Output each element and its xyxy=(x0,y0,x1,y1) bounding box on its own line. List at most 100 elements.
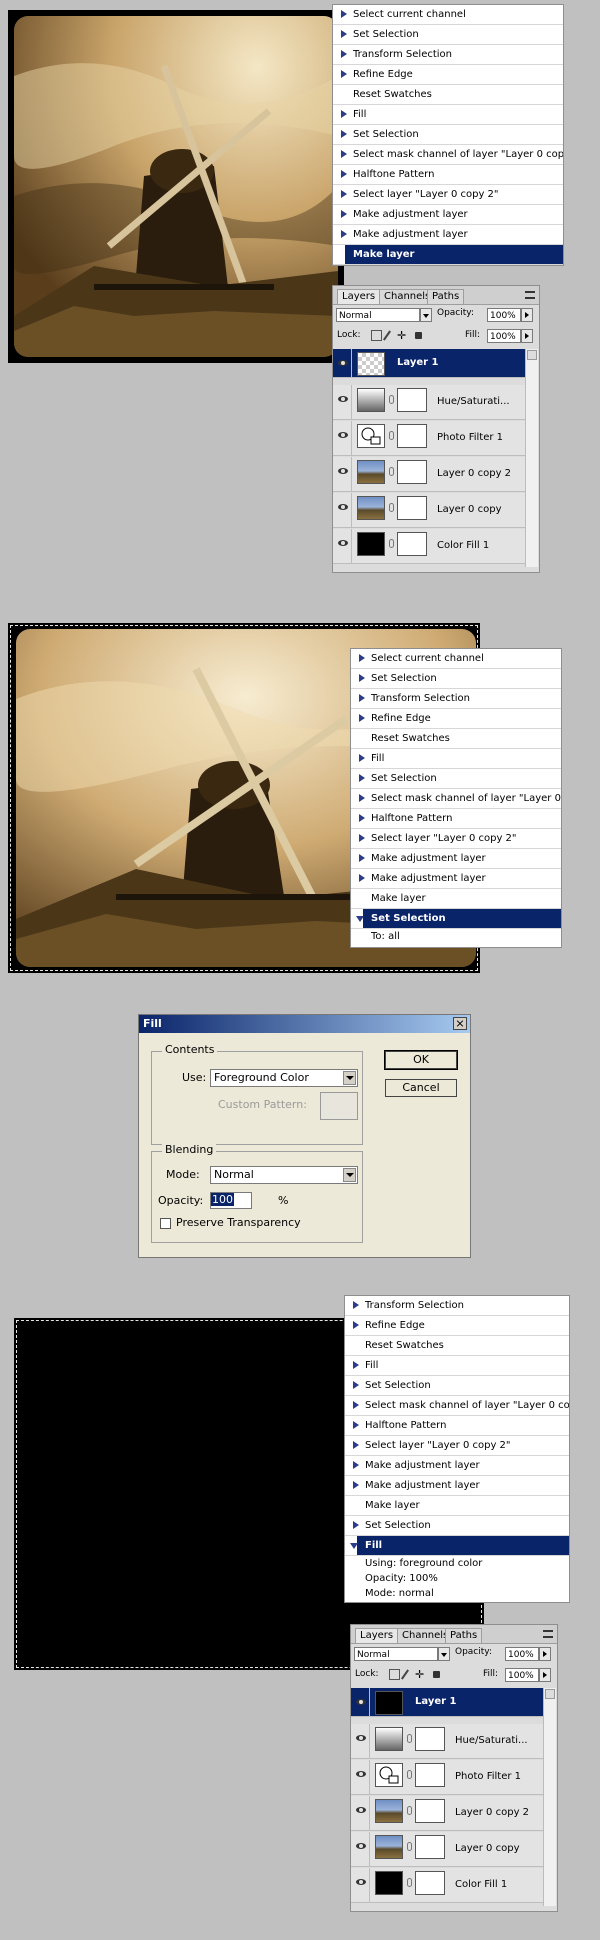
chevron-down-icon[interactable] xyxy=(343,1168,356,1182)
visibility-eye-icon[interactable] xyxy=(353,1688,370,1716)
disclosure-arrow-icon[interactable] xyxy=(341,70,347,78)
history-item[interactable]: Refine Edge xyxy=(333,65,563,85)
opacity-field[interactable]: 100% xyxy=(487,308,521,322)
link-chain-icon[interactable] xyxy=(407,1770,412,1779)
scroll-up-icon[interactable] xyxy=(545,1689,555,1699)
disclosure-arrow-icon[interactable] xyxy=(341,230,347,238)
history-item[interactable]: Make adjustment layer xyxy=(345,1456,569,1476)
opacity-arrow-icon[interactable] xyxy=(539,1647,551,1661)
layer-row[interactable]: Photo Filter 1 xyxy=(333,421,525,456)
disclosure-arrow-icon[interactable] xyxy=(341,150,347,158)
history-item[interactable]: Set Selection xyxy=(345,1376,569,1396)
visibility-eye-icon[interactable] xyxy=(335,493,352,527)
disclosure-arrow-icon[interactable] xyxy=(353,1421,359,1429)
disclosure-arrow-icon[interactable] xyxy=(359,854,365,862)
disclosure-arrow-icon[interactable] xyxy=(353,1461,359,1469)
disclosure-arrow-icon[interactable] xyxy=(353,1361,359,1369)
history-item[interactable]: Set Selection xyxy=(333,25,563,45)
disclosure-arrow-icon[interactable] xyxy=(341,110,347,118)
disclosure-arrow-icon[interactable] xyxy=(359,794,365,802)
visibility-eye-icon[interactable] xyxy=(335,421,352,455)
layer-row[interactable]: Color Fill 1 xyxy=(351,1868,543,1903)
link-chain-icon[interactable] xyxy=(407,1878,412,1887)
history-item[interactable]: Make layer xyxy=(345,1496,569,1516)
fill-field[interactable]: 100% xyxy=(505,1668,539,1682)
visibility-eye-icon[interactable] xyxy=(335,457,352,491)
close-icon[interactable] xyxy=(453,1017,467,1030)
disclosure-arrow-icon[interactable] xyxy=(341,10,347,18)
history-panel-middle[interactable]: Select current channel Set Selection Trans… xyxy=(350,648,562,948)
disclosure-arrow-icon[interactable] xyxy=(341,130,347,138)
history-item[interactable]: Fill xyxy=(345,1536,569,1556)
opacity-field[interactable]: 100% xyxy=(505,1647,539,1661)
history-item[interactable]: Fill xyxy=(345,1356,569,1376)
history-item[interactable]: Fill xyxy=(333,105,563,125)
history-item[interactable]: Make adjustment layer xyxy=(333,205,563,225)
chevron-down-icon[interactable] xyxy=(420,308,432,322)
disclosure-arrow-icon[interactable] xyxy=(359,814,365,822)
lock-brush-icon[interactable] xyxy=(383,330,391,341)
link-chain-icon[interactable] xyxy=(389,539,394,548)
history-item[interactable]: Transform Selection xyxy=(345,1296,569,1316)
visibility-eye-icon[interactable] xyxy=(353,1724,370,1758)
history-item[interactable]: Set Selection xyxy=(351,669,561,689)
visibility-eye-icon[interactable] xyxy=(335,529,352,563)
layers-scrollbar[interactable] xyxy=(525,349,538,567)
disclosure-arrow-icon[interactable] xyxy=(359,694,365,702)
fill-arrow-icon[interactable] xyxy=(539,1668,551,1682)
layer-row[interactable]: Hue/Saturati... xyxy=(333,385,525,420)
history-item[interactable]: Reset Swatches xyxy=(345,1336,569,1356)
lock-move-icon[interactable]: ✛ xyxy=(415,1668,424,1681)
opacity-arrow-icon[interactable] xyxy=(521,308,533,322)
disclosure-arrow-icon[interactable] xyxy=(353,1381,359,1389)
opacity-input[interactable]: 100 xyxy=(210,1192,252,1209)
cancel-button[interactable]: Cancel xyxy=(385,1079,457,1097)
link-chain-icon[interactable] xyxy=(407,1842,412,1851)
panel-menu-icon[interactable] xyxy=(525,291,535,299)
lock-brush-icon[interactable] xyxy=(401,1669,409,1680)
visibility-eye-icon[interactable] xyxy=(353,1832,370,1866)
history-panel-top[interactable]: Select current channel Set Selection Trans… xyxy=(332,4,564,266)
visibility-eye-icon[interactable] xyxy=(335,349,352,377)
disclosure-arrow-icon[interactable] xyxy=(341,210,347,218)
disclosure-arrow-icon[interactable] xyxy=(353,1521,359,1529)
history-item[interactable]: Select mask channel of layer "Layer 0 co… xyxy=(345,1396,569,1416)
blend-mode-select[interactable]: Normal xyxy=(336,308,420,322)
fill-arrow-icon[interactable] xyxy=(521,329,533,343)
link-chain-icon[interactable] xyxy=(407,1806,412,1815)
lock-all-icon[interactable] xyxy=(433,1671,440,1678)
link-chain-icon[interactable] xyxy=(407,1734,412,1743)
ok-button[interactable]: OK xyxy=(384,1050,458,1070)
layer-row[interactable]: Layer 1 xyxy=(351,1688,543,1717)
disclosure-arrow-icon[interactable] xyxy=(353,1481,359,1489)
disclosure-arrow-icon[interactable] xyxy=(359,774,365,782)
history-item[interactable]: Halftone Pattern xyxy=(345,1416,569,1436)
history-item[interactable]: Transform Selection xyxy=(351,689,561,709)
history-item[interactable]: Set Selection xyxy=(333,125,563,145)
history-item[interactable]: Select current channel xyxy=(333,5,563,25)
visibility-eye-icon[interactable] xyxy=(335,385,352,419)
layer-row[interactable]: Layer 0 copy 2 xyxy=(333,457,525,492)
disclosure-arrow-icon[interactable] xyxy=(341,170,347,178)
scroll-up-icon[interactable] xyxy=(527,350,537,360)
visibility-eye-icon[interactable] xyxy=(353,1796,370,1830)
link-chain-icon[interactable] xyxy=(389,395,394,404)
disclosure-open-icon[interactable] xyxy=(350,1543,358,1549)
visibility-eye-icon[interactable] xyxy=(353,1760,370,1794)
history-item[interactable]: Fill xyxy=(351,749,561,769)
history-item[interactable]: Reset Swatches xyxy=(351,729,561,749)
history-item[interactable]: Make adjustment layer xyxy=(351,869,561,889)
lock-move-icon[interactable]: ✛ xyxy=(397,329,406,342)
layer-row[interactable]: Layer 0 copy xyxy=(333,493,525,528)
blend-mode-select[interactable]: Normal xyxy=(354,1647,438,1661)
history-item[interactable]: Refine Edge xyxy=(351,709,561,729)
disclosure-arrow-icon[interactable] xyxy=(359,874,365,882)
history-item[interactable]: Select mask channel of layer "Layer 0 xyxy=(351,789,561,809)
history-item[interactable]: Halftone Pattern xyxy=(351,809,561,829)
lock-all-icon[interactable] xyxy=(415,332,422,339)
history-item[interactable]: Set Selection xyxy=(345,1516,569,1536)
chevron-down-icon[interactable] xyxy=(438,1647,450,1661)
history-item[interactable]: Select layer "Layer 0 copy 2" xyxy=(345,1436,569,1456)
mode-select[interactable]: Normal xyxy=(210,1166,358,1184)
disclosure-arrow-icon[interactable] xyxy=(359,674,365,682)
